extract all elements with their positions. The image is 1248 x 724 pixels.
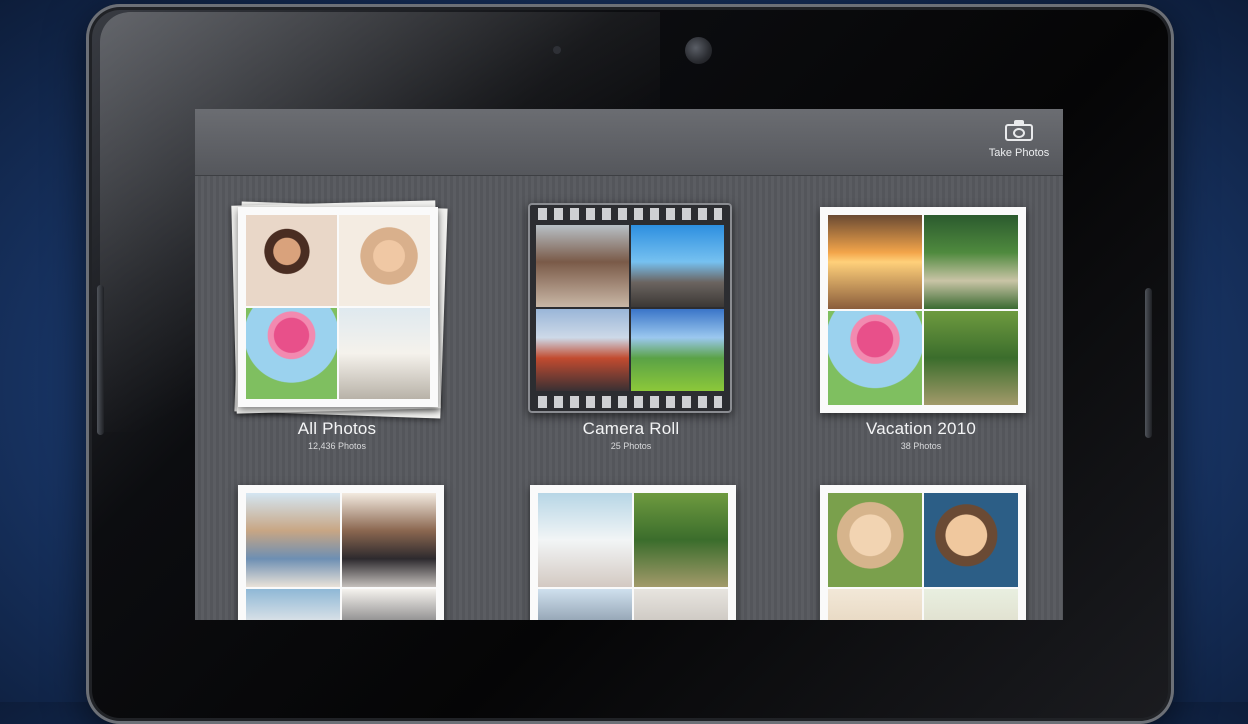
album-thumbnail (818, 203, 1026, 413)
camera-icon (1005, 119, 1033, 141)
sensor-dot (553, 46, 561, 54)
film-sprockets (538, 208, 722, 220)
take-photos-button[interactable]: Take Photos (983, 117, 1055, 173)
album-camera-roll[interactable]: Camera Roll 25 Photos (525, 203, 737, 451)
photo-thumb (634, 493, 728, 587)
photo-thumb (339, 308, 430, 399)
photo-thumb (631, 309, 724, 391)
photo-thumb (924, 311, 1018, 405)
photo-thumb (342, 493, 436, 587)
album-thumbnail (526, 483, 736, 620)
top-bar: Take Photos (195, 109, 1063, 176)
photo-thumb (246, 215, 337, 306)
album-count: 25 Photos (610, 441, 652, 451)
photo-thumb (924, 589, 1018, 620)
album-thumbnail (234, 483, 444, 620)
album-title: Vacation 2010 (865, 419, 977, 438)
film-sprockets (538, 396, 722, 408)
photo-thumb (246, 308, 337, 399)
album-count: 12,436 Photos (307, 441, 367, 451)
photo-thumb (924, 215, 1018, 309)
photo-thumb (538, 589, 632, 620)
photo-thumb (246, 589, 340, 620)
album-vacation-2010[interactable]: Vacation 2010 38 Photos (815, 203, 1027, 451)
album-title: All Photos (297, 419, 377, 438)
album-title: Camera Roll (582, 419, 680, 438)
photo-thumb (828, 493, 922, 587)
photo-thumb (536, 225, 629, 307)
photo-thumb (828, 215, 922, 309)
photo-thumb (924, 493, 1018, 587)
album-thumbnail (816, 483, 1026, 620)
photo-thumb (536, 309, 629, 391)
photo-thumb (342, 589, 436, 620)
album-count: 38 Photos (900, 441, 942, 451)
photo-thumb (828, 311, 922, 405)
take-photos-label: Take Photos (988, 147, 1050, 159)
photos-app-screen: Take Photos All Photos 12,436 Photos Cam… (195, 109, 1063, 620)
photo-thumb (631, 225, 724, 307)
photo-thumb (828, 589, 922, 620)
right-side-button (1145, 288, 1152, 438)
left-side-button (97, 285, 104, 435)
album-5[interactable] (523, 483, 736, 620)
album-6[interactable] (813, 483, 1026, 620)
album-all-photos[interactable]: All Photos 12,436 Photos (231, 200, 448, 451)
photo-thumb (634, 589, 728, 620)
album-4[interactable] (231, 483, 444, 620)
album-thumbnail (528, 203, 734, 413)
album-thumbnail (231, 200, 448, 419)
photo-thumb (339, 215, 430, 306)
photo-thumb (538, 493, 632, 587)
front-camera-lens (685, 37, 712, 64)
photo-thumb (246, 493, 340, 587)
